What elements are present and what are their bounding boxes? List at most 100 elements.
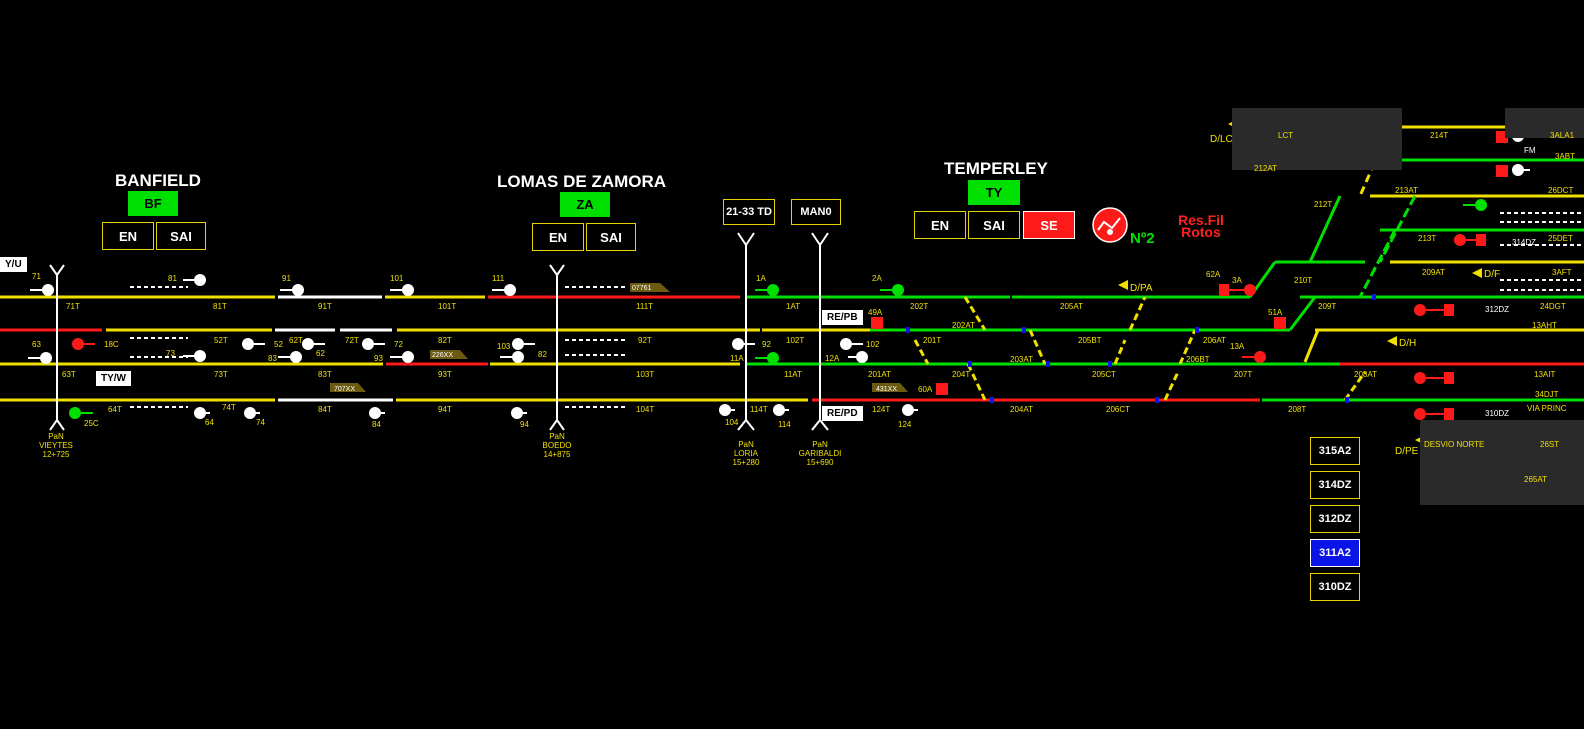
track-label: 205AT	[1060, 302, 1083, 311]
tag-tyw[interactable]: TY/W	[96, 371, 131, 386]
crossing-label: 15+690	[806, 458, 834, 467]
track-label: 204T	[952, 370, 971, 379]
signal-label[interactable]: 71	[32, 272, 41, 281]
signal-label[interactable]: D/LC	[1210, 134, 1233, 145]
signal-label[interactable]: 62	[316, 349, 325, 358]
track-label: 103T	[636, 370, 655, 379]
side-button-315a2[interactable]: 315A2	[1310, 437, 1360, 465]
station-code-lomas[interactable]: ZA	[560, 192, 610, 217]
signal-label[interactable]: 101	[390, 274, 403, 283]
tag-repd[interactable]: RE/PD	[822, 406, 863, 421]
track-label: 83T	[318, 370, 332, 379]
signal-label[interactable]: 310DZ	[1485, 409, 1509, 418]
track-label: 212T	[1314, 200, 1333, 209]
track-label: 52T	[214, 336, 228, 345]
man-button[interactable]: MAN0	[791, 199, 841, 225]
signal-label[interactable]: 102	[866, 340, 879, 349]
signal-label[interactable]: 91	[282, 274, 291, 283]
signal-label[interactable]: D/PA	[1130, 283, 1153, 294]
train-id[interactable]: 07761	[632, 285, 651, 292]
status-circle[interactable]	[1092, 207, 1128, 243]
track-label: 201AT	[868, 370, 891, 379]
signal-label[interactable]: 92	[762, 340, 771, 349]
lomas-en-button[interactable]: EN	[532, 223, 584, 251]
signal-label[interactable]: 124	[898, 420, 911, 429]
signal-label[interactable]: 63	[32, 340, 41, 349]
signal-label[interactable]: 26ST	[1540, 440, 1559, 449]
signal-label[interactable]: 3A	[1232, 276, 1242, 285]
track-label: 3AFT	[1552, 268, 1572, 277]
signal-label[interactable]: 74	[256, 418, 265, 427]
signal-label[interactable]: D/H	[1399, 338, 1416, 349]
signal-label[interactable]: 62A	[1206, 270, 1220, 279]
signal-label[interactable]: 83	[268, 354, 277, 363]
track-label: 25DET	[1548, 234, 1573, 243]
signal-label[interactable]: 52	[274, 340, 283, 349]
temperley-en-button[interactable]: EN	[914, 211, 966, 239]
signal-label[interactable]: D/F	[1484, 269, 1500, 280]
signal-label[interactable]: 2A	[872, 274, 882, 283]
station-code-banfield[interactable]: BF	[128, 191, 178, 216]
station-code-temperley[interactable]: TY	[968, 180, 1020, 205]
signal-label[interactable]: 51A	[1268, 308, 1282, 317]
signal-label[interactable]: 312DZ	[1485, 305, 1509, 314]
track-label: 73T	[214, 370, 228, 379]
lomas-sai-button[interactable]: SAI	[586, 223, 636, 251]
signal-label[interactable]: 104	[725, 418, 738, 427]
track-label: 208AT	[1354, 370, 1377, 379]
crossing-label: LORIA	[733, 449, 758, 458]
signal-label[interactable]: 13A	[1230, 342, 1244, 351]
signal-label[interactable]: 12A	[825, 354, 839, 363]
train-id[interactable]: 707XX	[334, 386, 355, 393]
temperley-sai-button[interactable]: SAI	[968, 211, 1020, 239]
signal-label[interactable]: DESVIO NORTE	[1424, 440, 1484, 449]
signal-label[interactable]: 73	[166, 349, 175, 358]
signal-label[interactable]: D/PE	[1395, 446, 1418, 457]
signal-label[interactable]: 64	[205, 418, 214, 427]
signal-label[interactable]: 60A	[918, 385, 932, 394]
signal-label[interactable]: 25C	[84, 419, 99, 428]
station-name-lomas: LOMAS DE ZAMORA	[497, 172, 667, 191]
train-id[interactable]: 431XX	[876, 386, 897, 393]
tag-repb[interactable]: RE/PB	[822, 310, 863, 325]
track-label: 92T	[638, 336, 652, 345]
signal-label[interactable]: 49A	[868, 308, 882, 317]
signal-label[interactable]: FM	[1524, 146, 1536, 155]
signal-label[interactable]: 72	[394, 340, 403, 349]
signal-label[interactable]: 314DZ	[1512, 238, 1536, 247]
track-label: 82T	[438, 336, 452, 345]
track-label: 84T	[318, 405, 332, 414]
signal-label[interactable]: 94	[520, 420, 529, 429]
signal-label[interactable]: 81	[168, 274, 177, 283]
signal-label[interactable]: 1A	[756, 274, 766, 283]
crossovers	[913, 296, 1367, 401]
res-fil-label: Res.Fil Rotos	[1178, 213, 1224, 239]
side-button-312dz[interactable]: 312DZ	[1310, 505, 1360, 533]
signal-label[interactable]: 18C	[104, 340, 119, 349]
banfield-sai-button[interactable]: SAI	[156, 222, 206, 250]
signal-label[interactable]: 11A	[730, 354, 744, 363]
track-label: 209T	[1318, 302, 1337, 311]
train-id[interactable]: 226XX	[432, 352, 453, 359]
track-label: 213AT	[1395, 186, 1418, 195]
signals-white	[28, 130, 1530, 419]
track-label: 71T	[66, 302, 80, 311]
track-label: 62T	[289, 336, 303, 345]
tag-tyu[interactable]: Y/U	[0, 257, 27, 272]
side-button-311a2[interactable]: 311A2	[1310, 539, 1360, 567]
signal-label[interactable]: 93	[374, 354, 383, 363]
signal-label[interactable]: 82	[538, 350, 547, 359]
side-button-314dz[interactable]: 314DZ	[1310, 471, 1360, 499]
station-name-banfield: BANFIELD	[115, 171, 201, 190]
track-label: 214T	[1430, 131, 1449, 140]
signal-label[interactable]: 114	[778, 420, 791, 429]
signal-label[interactable]: 265AT	[1524, 475, 1547, 484]
track-label: 104T	[636, 405, 655, 414]
side-button-310dz[interactable]: 310DZ	[1310, 573, 1360, 601]
td-button[interactable]: 21-33 TD	[723, 199, 775, 225]
banfield-en-button[interactable]: EN	[102, 222, 154, 250]
temperley-se-button[interactable]: SE	[1023, 211, 1075, 239]
signal-label[interactable]: 84	[372, 420, 381, 429]
signal-label[interactable]: 103	[497, 342, 510, 351]
signal-label[interactable]: 111	[492, 274, 504, 283]
